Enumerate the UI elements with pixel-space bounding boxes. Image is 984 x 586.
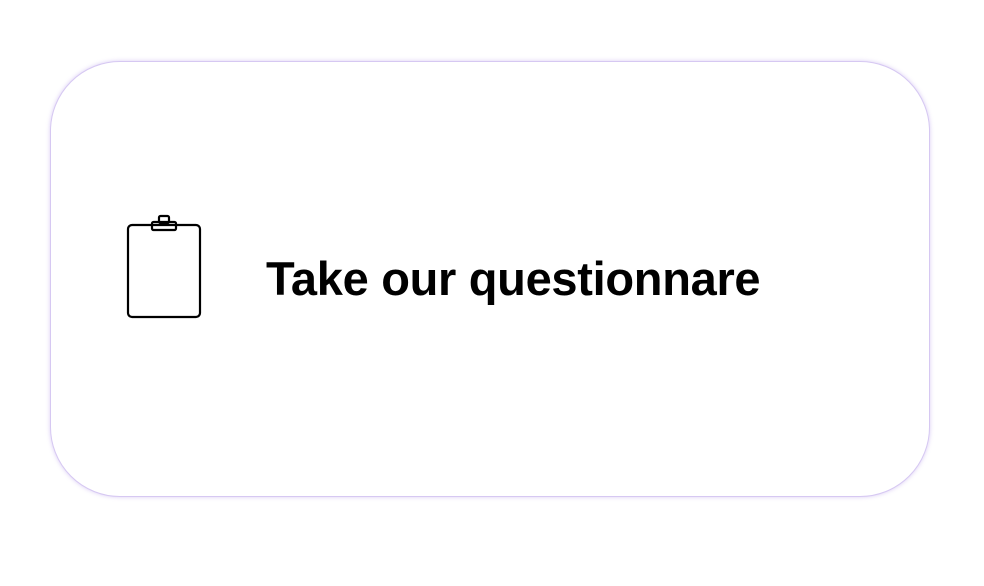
questionnaire-label: Take our questionnare <box>266 252 761 305</box>
clipboard-icon <box>125 213 203 321</box>
